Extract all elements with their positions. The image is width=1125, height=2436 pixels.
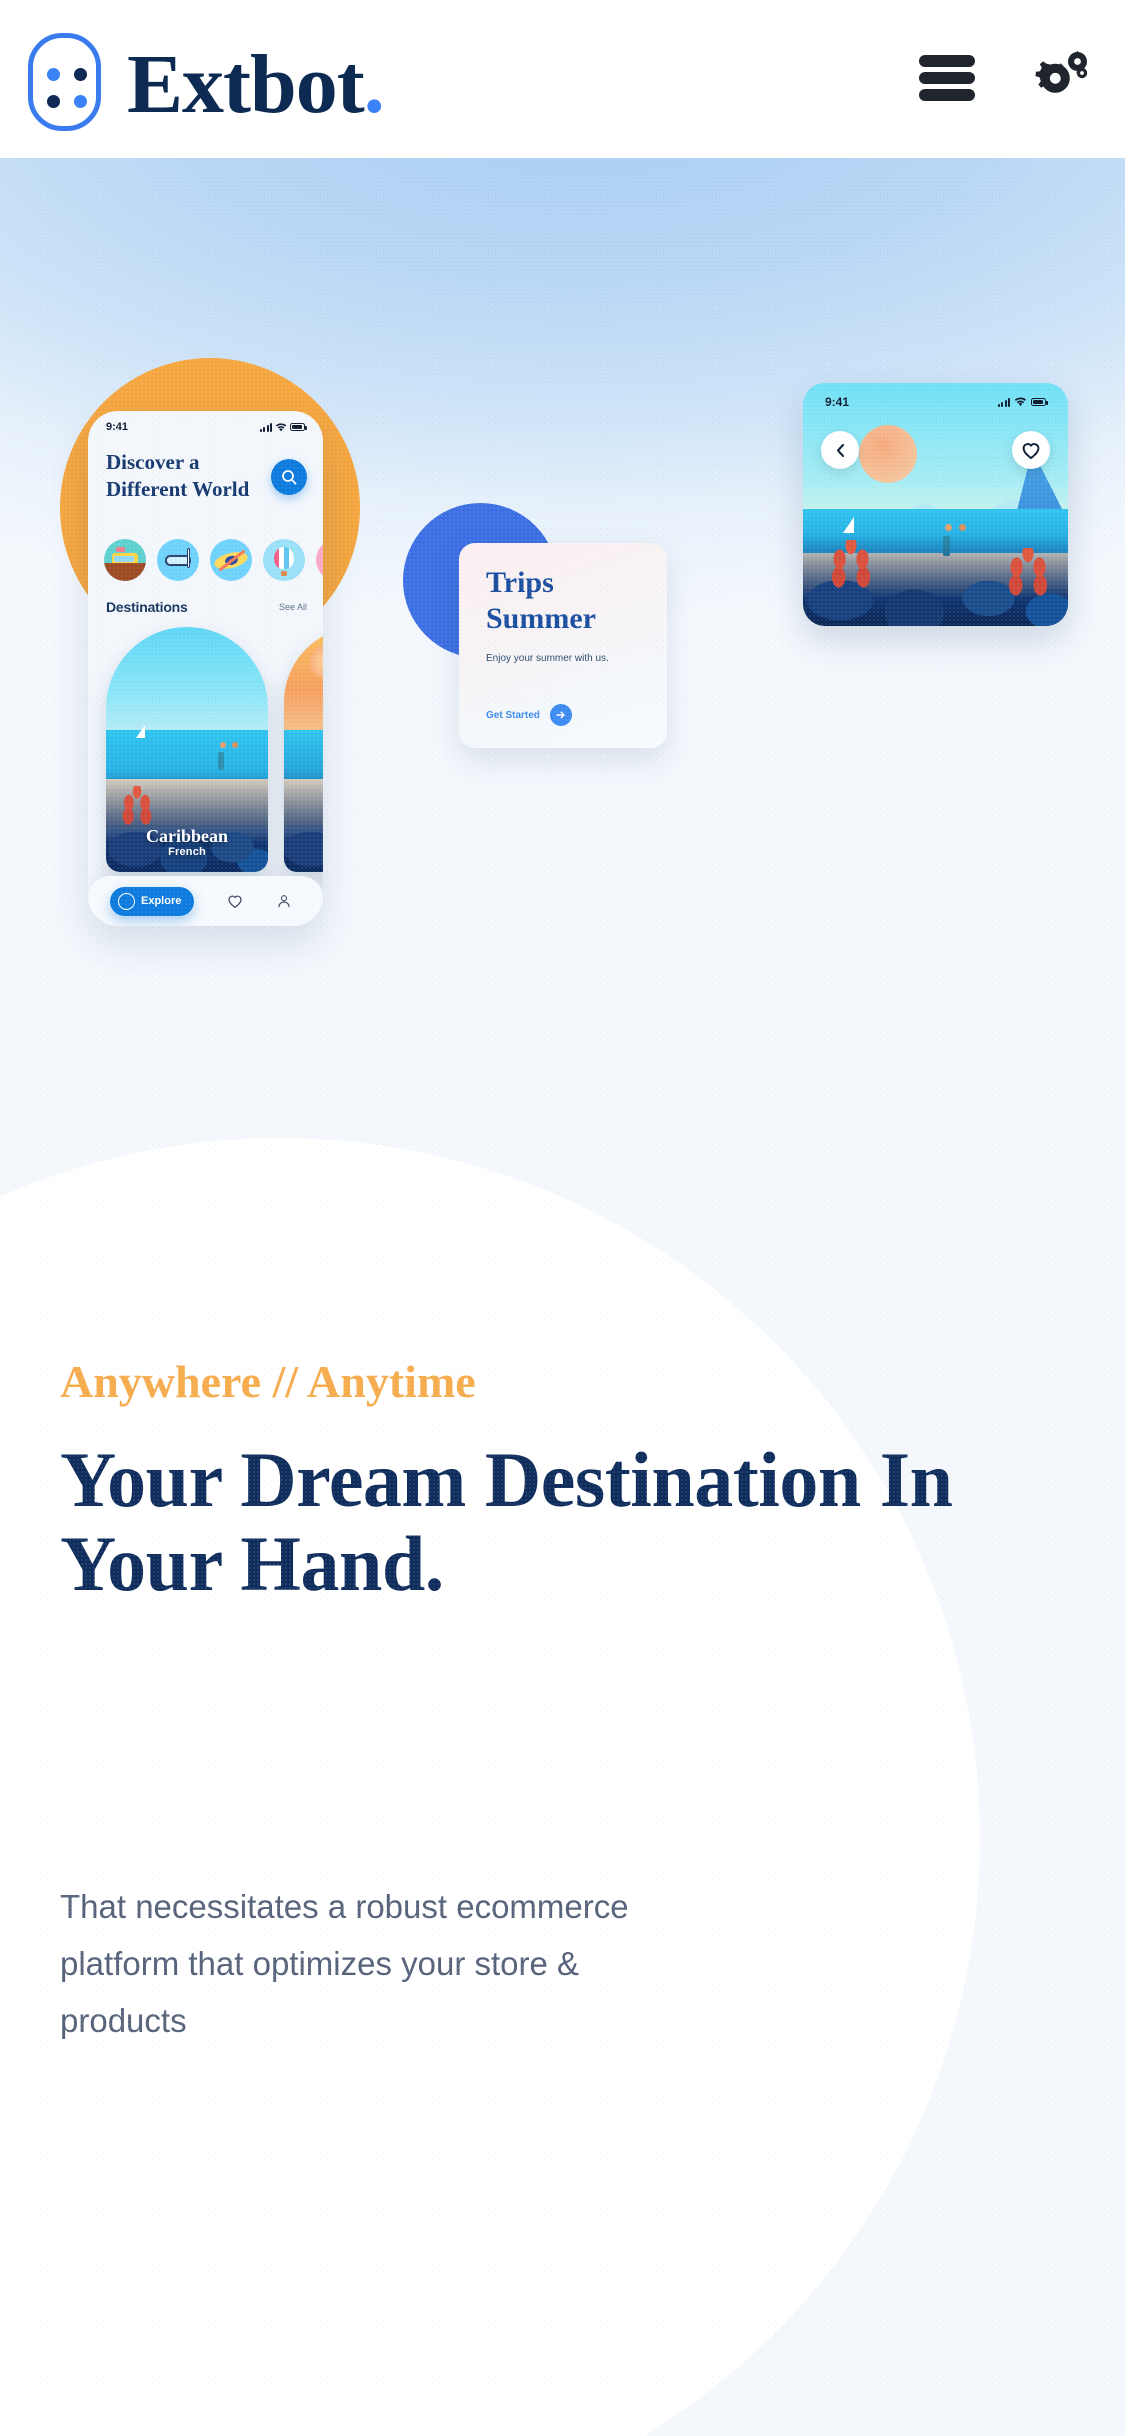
hero-headline: Your Dream Destination In Your Hand. xyxy=(60,1436,953,1607)
person-icon[interactable] xyxy=(276,893,292,909)
trips-card-get-started[interactable]: Get Started xyxy=(486,704,572,726)
wifi-icon xyxy=(275,422,287,431)
beach-card-status-bar: 9:41 xyxy=(803,395,1068,409)
beach-card-favorite-button[interactable] xyxy=(1012,431,1050,469)
hero-section: 9:41 Discover a Different World Destinat… xyxy=(0,158,1125,2436)
hero-swoosh-decoration xyxy=(0,1138,980,2436)
phone-see-all-link[interactable]: See All xyxy=(279,602,307,612)
trips-card-subtitle: Enjoy your summer with us. xyxy=(486,653,609,664)
phone-category-list xyxy=(104,539,323,581)
phone-status-time: 9:41 xyxy=(106,421,129,433)
heart-icon[interactable] xyxy=(226,892,244,910)
heart-outline-icon xyxy=(1022,442,1040,459)
phone-status-bar: 9:41 xyxy=(88,421,323,433)
cellular-signal-icon xyxy=(997,397,1010,407)
battery-icon xyxy=(1031,398,1048,406)
phone-destinations-title: Destinations xyxy=(106,599,188,615)
nav-explore-button[interactable]: Explore xyxy=(110,886,195,916)
hero-subcopy: That necessitates a robust ecommerce pla… xyxy=(60,1888,629,2039)
brand-dot: . xyxy=(363,38,385,131)
trips-card-title: Trips Summer xyxy=(486,566,596,635)
arrow-right-icon[interactable] xyxy=(549,704,572,726)
beach-card-back-button[interactable] xyxy=(821,431,859,469)
gears-icon[interactable] xyxy=(1021,42,1093,114)
extbot-dots-logo-icon xyxy=(28,33,101,131)
snorkel-mask-icon[interactable] xyxy=(157,539,199,581)
phone-mockup: 9:41 Discover a Different World Destinat… xyxy=(88,411,323,926)
phone-headline: Discover a Different World xyxy=(106,450,250,501)
wifi-icon xyxy=(1014,397,1027,407)
chevron-left-icon xyxy=(836,443,844,457)
brand-name: Extbot. xyxy=(127,38,385,131)
trips-summer-card[interactable]: Trips Summer Enjoy your summer with us. G… xyxy=(459,543,667,748)
battery-icon xyxy=(290,423,307,431)
umbrella-icon[interactable] xyxy=(316,539,323,581)
destination-card-secondary[interactable] xyxy=(284,627,323,872)
compass-icon xyxy=(118,892,135,910)
destination-card-caribbean[interactable]: Caribbean French xyxy=(106,627,268,872)
destination-subtitle: French xyxy=(168,846,206,858)
brand-logo[interactable]: Extbot. xyxy=(28,33,385,131)
phone-search-button[interactable] xyxy=(271,459,307,495)
get-started-label: Get Started xyxy=(486,709,540,721)
kayak-icon[interactable] xyxy=(210,539,252,581)
search-icon xyxy=(281,469,296,484)
beach-ball-icon[interactable] xyxy=(263,539,305,581)
page-root: Extbot. 9:41 Discover a Different World … xyxy=(0,0,1125,2436)
hamburger-menu-icon[interactable] xyxy=(919,55,975,101)
destination-title: Caribbean xyxy=(145,826,228,846)
beach-preview-card[interactable]: 9:41 xyxy=(803,383,1068,626)
destination-card-label: Caribbean French xyxy=(106,826,268,858)
nav-explore-label: Explore xyxy=(141,895,182,907)
phone-destinations-row: Destinations See All xyxy=(106,599,307,615)
site-header: Extbot. xyxy=(0,0,1125,158)
hero-eyebrow: Anywhere // Anytime xyxy=(60,1356,476,1407)
camper-van-icon[interactable] xyxy=(104,539,146,581)
phone-bottom-nav: Explore xyxy=(88,876,323,926)
cellular-signal-icon xyxy=(259,422,272,432)
beach-card-status-time: 9:41 xyxy=(825,395,850,409)
